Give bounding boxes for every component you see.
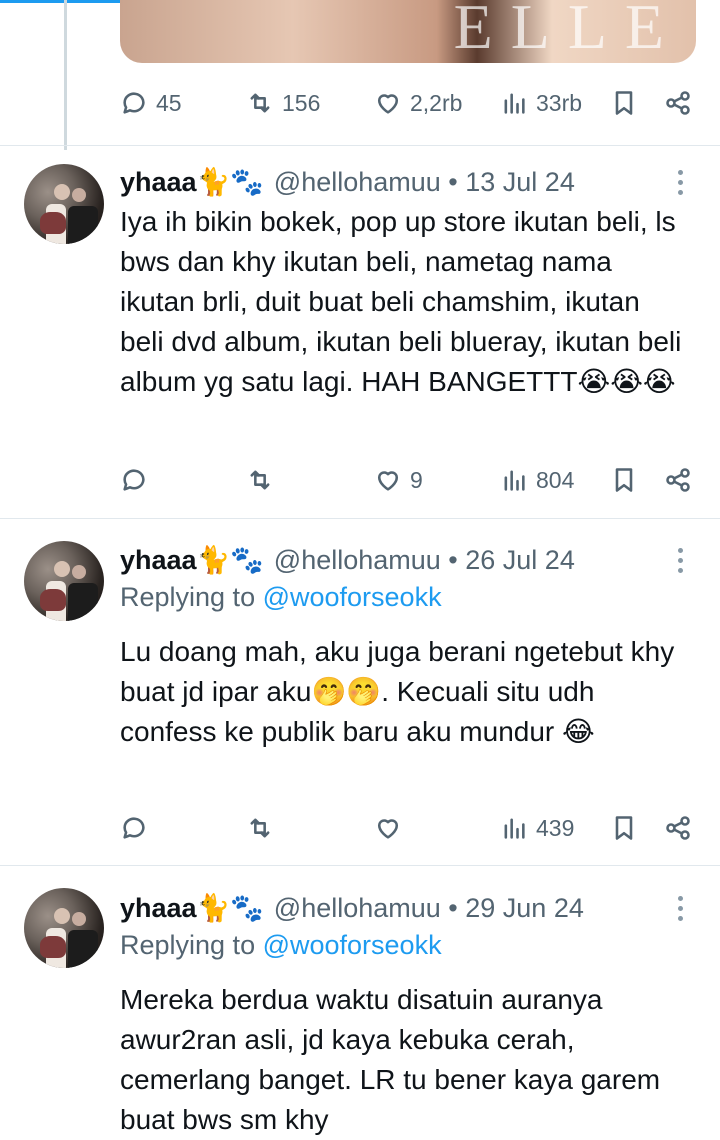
views-button[interactable]: 33rb xyxy=(500,83,582,123)
replying-to: Replying to @wooforseokk xyxy=(120,930,442,961)
share-icon xyxy=(666,816,690,840)
reply-count: 45 xyxy=(156,89,182,116)
share-icon xyxy=(666,468,690,492)
display-name[interactable]: yhaaa🐈🐾 xyxy=(120,892,264,924)
tweet-text: Mereka berdua waktu disatuin auranya awu… xyxy=(120,984,661,1135)
retweet-count: 156 xyxy=(282,89,321,116)
views-icon xyxy=(504,818,525,839)
heart-icon xyxy=(377,94,399,114)
reply-icon xyxy=(123,817,145,839)
views-count: 804 xyxy=(536,466,575,493)
bookmark-button[interactable] xyxy=(610,460,638,500)
like-count: 9 xyxy=(410,466,423,493)
retweet-button[interactable] xyxy=(246,460,274,500)
tweet-header: yhaaa🐈🐾 @hellohamuu • 13 Jul 24 xyxy=(120,162,575,202)
reply-button[interactable] xyxy=(120,808,148,848)
more-icon[interactable] xyxy=(668,162,692,202)
tweet-actions-bar: 9 804 xyxy=(120,460,696,500)
media-watermark: ELLE xyxy=(453,0,682,62)
retweet-icon xyxy=(250,818,270,838)
bookmark-icon xyxy=(615,816,633,840)
tweet-separator xyxy=(0,518,720,519)
replying-to-label: Replying to xyxy=(120,930,263,960)
retweet-button[interactable] xyxy=(246,808,274,848)
like-button[interactable] xyxy=(374,808,402,848)
retweet-icon xyxy=(250,470,270,490)
views-button[interactable]: 439 xyxy=(500,808,574,848)
tweet-text: Lu doang mah, aku juga berani ngetebut k… xyxy=(120,636,675,747)
retweet-button[interactable]: 156 xyxy=(246,83,320,123)
tweet-text: Iya ih bikin bokek, pop up store ikutan … xyxy=(120,206,682,397)
replying-to-label: Replying to xyxy=(120,582,263,612)
views-icon xyxy=(504,470,525,491)
bookmark-icon xyxy=(615,91,633,115)
tweet-separator xyxy=(0,865,720,866)
handle-and-date[interactable]: @hellohamuu • 26 Jul 24 xyxy=(274,545,575,576)
avatar[interactable] xyxy=(24,541,104,621)
like-button[interactable]: 2,2rb xyxy=(374,83,462,123)
tweet-header: yhaaa🐈🐾 @hellohamuu • 29 Jun 24 xyxy=(120,888,584,928)
bookmark-button[interactable] xyxy=(610,808,638,848)
views-count: 439 xyxy=(536,814,575,841)
tweet-actions-bar: 45 156 2,2rb 33rb xyxy=(120,83,696,123)
heart-icon xyxy=(377,819,399,839)
top-accent-bar xyxy=(0,0,140,3)
bookmark-button[interactable] xyxy=(610,83,638,123)
tweet-media-image[interactable]: ELLE xyxy=(120,0,696,63)
replying-to-link[interactable]: @wooforseokk xyxy=(263,930,442,960)
views-count: 33rb xyxy=(536,89,583,116)
replying-to-link[interactable]: @wooforseokk xyxy=(263,582,442,612)
replying-to: Replying to @wooforseokk xyxy=(120,582,442,613)
display-name[interactable]: yhaaa🐈🐾 xyxy=(120,166,264,198)
more-icon[interactable] xyxy=(668,888,692,928)
like-button[interactable]: 9 xyxy=(374,460,423,500)
reply-button[interactable]: 45 xyxy=(120,83,182,123)
tweet-separator xyxy=(0,145,720,146)
reply-icon xyxy=(123,469,145,491)
reply-icon xyxy=(123,92,145,114)
tweet-header: yhaaa🐈🐾 @hellohamuu • 26 Jul 24 xyxy=(120,540,575,580)
display-name[interactable]: yhaaa🐈🐾 xyxy=(120,544,264,576)
views-button[interactable]: 804 xyxy=(500,460,574,500)
bookmark-icon xyxy=(615,468,633,492)
handle-and-date[interactable]: @hellohamuu • 29 Jun 24 xyxy=(274,893,584,924)
handle-and-date[interactable]: @hellohamuu • 13 Jul 24 xyxy=(274,167,575,198)
reply-button[interactable] xyxy=(120,460,148,500)
like-count: 2,2rb xyxy=(410,89,463,116)
share-button[interactable] xyxy=(664,83,692,123)
share-button[interactable] xyxy=(664,460,692,500)
avatar[interactable] xyxy=(24,164,104,244)
thread-line xyxy=(64,0,67,150)
more-icon[interactable] xyxy=(668,540,692,580)
tweet-actions-bar: 439 xyxy=(120,808,696,848)
share-button[interactable] xyxy=(664,808,692,848)
heart-icon xyxy=(377,471,399,491)
share-icon xyxy=(666,91,690,115)
avatar[interactable] xyxy=(24,888,104,968)
views-icon xyxy=(504,93,525,114)
retweet-icon xyxy=(250,93,270,113)
